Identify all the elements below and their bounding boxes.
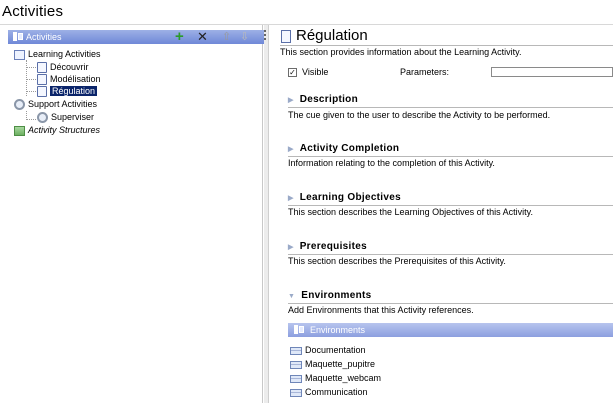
tree-item-label-selected: Régulation [50, 86, 98, 96]
activities-header-icon [13, 32, 23, 41]
collapsed-triangle-icon: ▶ [288, 195, 294, 202]
section-description-text: The cue given to the user to describe th… [288, 110, 551, 120]
tree-item-activity-structures[interactable]: Activity Structures [14, 124, 100, 136]
environment-label: Maquette_webcam [305, 373, 382, 383]
move-down-button[interactable]: ⇩ [240, 30, 249, 44]
activity-document-icon [37, 62, 47, 74]
activity-document-icon [281, 30, 291, 43]
activities-header-label: Activities [26, 32, 62, 42]
section-environments-text: Add Environments that this Activity refe… [288, 305, 474, 315]
tree-item-support-activities[interactable]: Support Activities [14, 98, 98, 111]
collapsed-triangle-icon: ▶ [288, 146, 294, 153]
environment-icon [290, 374, 302, 383]
section-activity-completion-toggle[interactable]: ▶ Activity Completion [288, 143, 399, 156]
section-prerequisites-toggle[interactable]: ▶ Prerequisites [288, 241, 367, 254]
tree-item-decouvrir[interactable]: Découvrir [37, 61, 89, 74]
environments-header-label: Environments [310, 325, 366, 335]
tree-item-label: Support Activities [28, 99, 98, 109]
parameters-label: Parameters: [400, 67, 450, 77]
title-divider [280, 45, 613, 46]
activity-document-icon [37, 86, 47, 98]
section-activity-completion-text: Information relating to the completion o… [288, 158, 495, 168]
parameters-input[interactable] [491, 67, 613, 77]
tree-item-label: Learning Activities [28, 49, 101, 59]
section-prerequisites-text: This section describes the Prerequisites… [288, 256, 506, 266]
learning-activities-icon [14, 49, 25, 60]
environments-header-icon [294, 325, 304, 334]
tree-item-label: Modélisation [50, 74, 101, 84]
section-learning-objectives-toggle[interactable]: ▶ Learning Objectives [288, 192, 401, 205]
section-environments-toggle[interactable]: ▼ Environments [288, 290, 372, 303]
environment-icon [290, 346, 302, 355]
panel-splitter[interactable] [264, 25, 269, 403]
environment-item[interactable]: Maquette_pupitre [290, 358, 375, 370]
collapsed-triangle-icon: ▶ [288, 97, 294, 104]
add-activity-button[interactable]: + [175, 29, 184, 44]
tree-item-label: Découvrir [50, 62, 89, 72]
section-divider [288, 107, 613, 108]
visible-label: Visible [302, 67, 329, 77]
environment-label: Documentation [305, 345, 366, 355]
section-description-toggle[interactable]: ▶ Description [288, 94, 358, 107]
tree-connector [26, 119, 36, 120]
tree-item-modelisation[interactable]: Modélisation [37, 73, 101, 86]
environment-item[interactable]: Documentation [290, 344, 366, 356]
section-title: Prerequisites [299, 241, 367, 252]
environment-item[interactable]: Communication [290, 386, 368, 398]
move-up-button[interactable]: ⇧ [222, 30, 231, 44]
collapsed-triangle-icon: ▶ [288, 244, 294, 251]
detail-intro: This section provides information about … [280, 47, 522, 57]
support-activity-icon [37, 112, 48, 124]
section-divider [288, 156, 613, 157]
activity-structures-icon [14, 125, 25, 136]
section-divider [288, 303, 613, 304]
environments-list-header: Environments [288, 323, 613, 337]
tree-item-regulation[interactable]: Régulation [37, 85, 98, 98]
environment-icon [290, 388, 302, 397]
section-title: Activity Completion [299, 143, 400, 154]
tree-item-label: Activity Structures [28, 125, 101, 135]
expanded-triangle-icon: ▼ [288, 293, 296, 300]
environment-icon [290, 360, 302, 369]
app-title: Activities [2, 3, 64, 20]
tree-item-superviser[interactable]: Superviser [37, 111, 95, 124]
tree-item-label: Superviser [51, 112, 95, 122]
environment-label: Communication [305, 387, 368, 397]
environment-label: Maquette_pupitre [305, 359, 376, 369]
detail-title: Régulation [296, 27, 368, 44]
activity-document-icon [37, 74, 47, 86]
section-divider [288, 254, 613, 255]
section-title: Learning Objectives [299, 192, 401, 203]
section-title: Description [299, 94, 358, 105]
section-learning-objectives-text: This section describes the Learning Obje… [288, 207, 533, 217]
tree-connector [26, 67, 36, 68]
splitter-grip-icon [264, 30, 269, 40]
section-divider [288, 205, 613, 206]
delete-activity-button[interactable]: ✕ [197, 30, 208, 44]
tree-item-learning-activities[interactable]: Learning Activities [14, 48, 101, 60]
tree-connector [26, 79, 36, 80]
section-title: Environments [301, 290, 372, 301]
visible-checkbox[interactable]: ✓ [288, 68, 297, 77]
tree-connector [26, 91, 36, 92]
support-activities-icon [14, 99, 25, 111]
environment-item[interactable]: Maquette_webcam [290, 372, 381, 384]
